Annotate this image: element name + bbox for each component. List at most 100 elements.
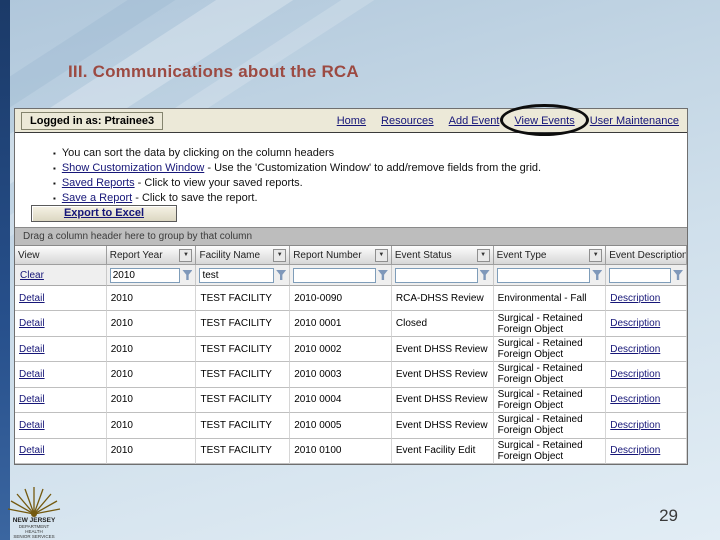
- column-header-event-description[interactable]: Event Description: [606, 246, 688, 265]
- facility-name-value: TEST FACILITY: [200, 394, 272, 406]
- column-header-report-year[interactable]: Report Year ▼: [106, 246, 197, 265]
- filter-input-report-year[interactable]: [109, 267, 181, 283]
- bullet-marker: ▪: [53, 194, 56, 203]
- event-type-value: Surgical - Retained Foreign Object: [497, 439, 583, 462]
- filter-funnel-icon[interactable]: [673, 270, 684, 280]
- cell-report-number: 2010 0005: [290, 413, 392, 439]
- nav-link-resources[interactable]: Resources: [381, 115, 434, 127]
- bullet-link-save-a-report[interactable]: Save a Report: [62, 192, 132, 204]
- event-type-value: Surgical - Retained Foreign Object: [497, 414, 583, 437]
- report-number-value: 2010 0001: [294, 318, 342, 330]
- filter-input-event-description[interactable]: [609, 267, 672, 283]
- cell-event-type: Surgical - Retained Foreign Object: [493, 336, 607, 363]
- filter-input-report-number[interactable]: [293, 267, 376, 283]
- slide-page-number: 29: [659, 506, 678, 525]
- filter-input-facility-name[interactable]: [199, 267, 275, 283]
- cell-event-status: RCA-DHSS Review: [391, 286, 494, 312]
- export-to-excel-button[interactable]: Export to Excel: [31, 205, 177, 222]
- cell-view: Detail: [15, 286, 107, 312]
- detail-link[interactable]: Detail: [19, 318, 45, 329]
- nav-link-user-maintenance[interactable]: User Maintenance: [590, 115, 679, 127]
- instructions-list: ▪ You can sort the data by clicking on th…: [15, 133, 687, 204]
- logged-in-label: Logged in as: Ptrainee3: [21, 111, 164, 130]
- table-row: Detail 2010 TEST FACILITY 2010 0003 Event DH…: [15, 362, 688, 388]
- bullet-text: Saved Reports - Click to view your saved…: [61, 177, 303, 189]
- bullet-marker: ▪: [53, 179, 56, 188]
- filter-funnel-icon[interactable]: [377, 270, 388, 280]
- cell-facility-name: TEST FACILITY: [196, 286, 291, 312]
- detail-link[interactable]: Detail: [19, 369, 45, 380]
- filter-input-event-type[interactable]: [496, 267, 591, 283]
- clear-filters-link[interactable]: Clear: [20, 270, 44, 281]
- report-year-value: 2010: [110, 292, 133, 304]
- cell-event-type: Surgical - Retained Foreign Object: [493, 362, 607, 388]
- filter-funnel-icon[interactable]: [182, 270, 193, 280]
- column-dropdown-icon[interactable]: ▼: [179, 248, 193, 262]
- cell-event-description: Description: [606, 362, 688, 388]
- grid-header-row: View Report Year ▼ Facility Name ▼ Report Num…: [15, 246, 688, 265]
- column-dropdown-icon[interactable]: ▼: [273, 248, 287, 262]
- column-header-label: View: [18, 249, 40, 261]
- cell-report-year: 2010: [106, 413, 197, 439]
- column-dropdown-icon[interactable]: ▼: [374, 248, 388, 262]
- table-row: Detail 2010 TEST FACILITY 2010 0005 Event DH…: [15, 413, 688, 439]
- cell-report-number: 2010-0090: [290, 286, 392, 312]
- description-link[interactable]: Description: [610, 445, 660, 456]
- nav-link-view-events[interactable]: View Events: [500, 103, 590, 136]
- report-number-value: 2010 0005: [294, 419, 342, 431]
- facility-name-value: TEST FACILITY: [200, 368, 272, 380]
- cell-event-type: Surgical - Retained Foreign Object: [493, 413, 607, 439]
- column-dropdown-icon[interactable]: ▼: [589, 248, 603, 262]
- column-header-label: Event Type: [496, 249, 547, 261]
- detail-link[interactable]: Detail: [19, 420, 45, 431]
- column-dropdown-icon[interactable]: ▼: [476, 248, 490, 262]
- cell-report-year: 2010: [106, 336, 197, 363]
- column-header-label: Event Status: [394, 249, 452, 261]
- detail-link[interactable]: Detail: [19, 344, 45, 355]
- column-header-facility-name[interactable]: Facility Name ▼: [196, 246, 291, 265]
- logo-text-line: NEW JERSEY: [13, 517, 56, 524]
- column-header-event-status[interactable]: Event Status ▼: [391, 246, 494, 265]
- nj-health-department-logo: NEW JERSEY DEPARTMENT HEALTH SENIOR SERV…: [7, 487, 61, 539]
- filter-funnel-icon[interactable]: [479, 270, 490, 280]
- cell-report-year: 2010: [106, 438, 197, 464]
- cell-event-status: Event DHSS Review: [391, 387, 494, 414]
- top-nav: Home Resources Add Event View Events User Ma…: [337, 103, 679, 136]
- instruction-bullet: ▪ Show Customization Window - Use the 'Cu…: [53, 162, 687, 174]
- cell-event-description: Description: [606, 311, 688, 337]
- description-link[interactable]: Description: [610, 318, 660, 329]
- filter-funnel-icon[interactable]: [276, 270, 287, 280]
- description-link[interactable]: Description: [610, 293, 660, 304]
- cell-view: Detail: [15, 413, 107, 439]
- app-screenshot: Logged in as: Ptrainee3 Home Resources Add…: [14, 103, 688, 465]
- detail-link[interactable]: Detail: [19, 394, 45, 405]
- event-status-value: Closed: [395, 318, 428, 330]
- cell-facility-name: TEST FACILITY: [196, 413, 291, 439]
- bullet-marker: ▪: [53, 149, 56, 158]
- table-row: Detail 2010 TEST FACILITY 2010 0001 Closed Su…: [15, 311, 688, 337]
- report-year-value: 2010: [110, 419, 133, 431]
- filter-input-event-status[interactable]: [394, 267, 478, 283]
- description-link[interactable]: Description: [610, 369, 660, 380]
- cell-report-number: 2010 0100: [290, 438, 392, 464]
- nav-link-add-event[interactable]: Add Event: [449, 115, 500, 127]
- cell-facility-name: TEST FACILITY: [196, 387, 291, 414]
- detail-link[interactable]: Detail: [19, 293, 45, 304]
- facility-name-value: TEST FACILITY: [200, 292, 272, 304]
- column-header-report-number[interactable]: Report Number ▼: [290, 246, 392, 265]
- description-link[interactable]: Description: [610, 344, 660, 355]
- column-header-view[interactable]: View: [15, 246, 107, 265]
- event-status-value: Event DHSS Review: [395, 394, 488, 406]
- filter-funnel-icon[interactable]: [592, 270, 603, 280]
- detail-link[interactable]: Detail: [19, 445, 45, 456]
- description-link[interactable]: Description: [610, 394, 660, 405]
- column-header-event-type[interactable]: Event Type ▼: [493, 246, 607, 265]
- grid-filter-row: Clear: [15, 265, 688, 286]
- nav-link-home[interactable]: Home: [337, 115, 366, 127]
- bullet-text: Save a Report - Click to save the report…: [61, 192, 258, 204]
- event-status-value: Event DHSS Review: [395, 368, 488, 380]
- bullet-link-saved-reports[interactable]: Saved Reports: [62, 177, 135, 189]
- description-link[interactable]: Description: [610, 420, 660, 431]
- group-by-bar[interactable]: Drag a column header here to group by th…: [15, 227, 687, 246]
- bullet-link-show-customization-window[interactable]: Show Customization Window: [62, 162, 204, 174]
